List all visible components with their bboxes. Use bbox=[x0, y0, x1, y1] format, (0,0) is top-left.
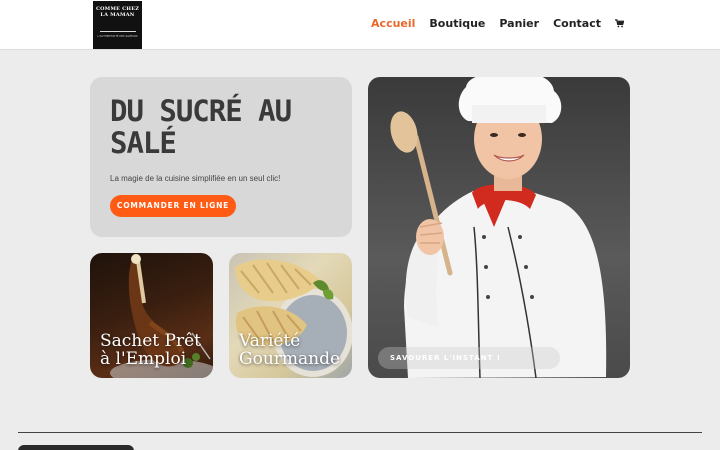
chef-card: SAVOURER L'INSTANT ! bbox=[368, 77, 630, 378]
chef-image bbox=[390, 77, 607, 378]
nav-panier[interactable]: Panier bbox=[499, 17, 539, 30]
tile-variete-label: Variété Gourmande bbox=[239, 331, 341, 369]
footer-divider bbox=[18, 432, 702, 433]
order-online-button[interactable]: COMMANDER EN LIGNE bbox=[110, 195, 236, 217]
footer-pill-button[interactable] bbox=[18, 445, 134, 450]
logo-divider bbox=[99, 31, 136, 32]
tile-variete[interactable]: Variété Gourmande bbox=[229, 253, 352, 378]
site-logo[interactable]: COMME CHEZ LA MAMAN L'AUTHENTICITÉ DES S… bbox=[93, 1, 142, 49]
nav-contact[interactable]: Contact bbox=[553, 17, 601, 30]
cart-icon[interactable] bbox=[615, 19, 624, 28]
nav-boutique[interactable]: Boutique bbox=[429, 17, 485, 30]
main-nav: Accueil Boutique Panier Contact bbox=[371, 17, 624, 30]
logo-tagline: L'AUTHENTICITÉ DES SAVEURS bbox=[97, 35, 138, 38]
hero-title: DU SUCRÉ AU SALÉ bbox=[110, 94, 292, 160]
nav-accueil[interactable]: Accueil bbox=[371, 17, 415, 30]
hero-subtitle: La magie de la cuisine simplifiée en un … bbox=[110, 174, 281, 183]
tile-sachet-label: Sachet Prêt à l'Emploi bbox=[100, 331, 202, 369]
savourer-button[interactable]: SAVOURER L'INSTANT ! bbox=[378, 347, 560, 369]
logo-title: COMME CHEZ LA MAMAN bbox=[95, 6, 140, 18]
site-header: COMME CHEZ LA MAMAN L'AUTHENTICITÉ DES S… bbox=[0, 0, 720, 50]
hero-card: DU SUCRÉ AU SALÉ La magie de la cuisine … bbox=[90, 77, 352, 237]
tile-sachet[interactable]: Sachet Prêt à l'Emploi bbox=[90, 253, 213, 378]
